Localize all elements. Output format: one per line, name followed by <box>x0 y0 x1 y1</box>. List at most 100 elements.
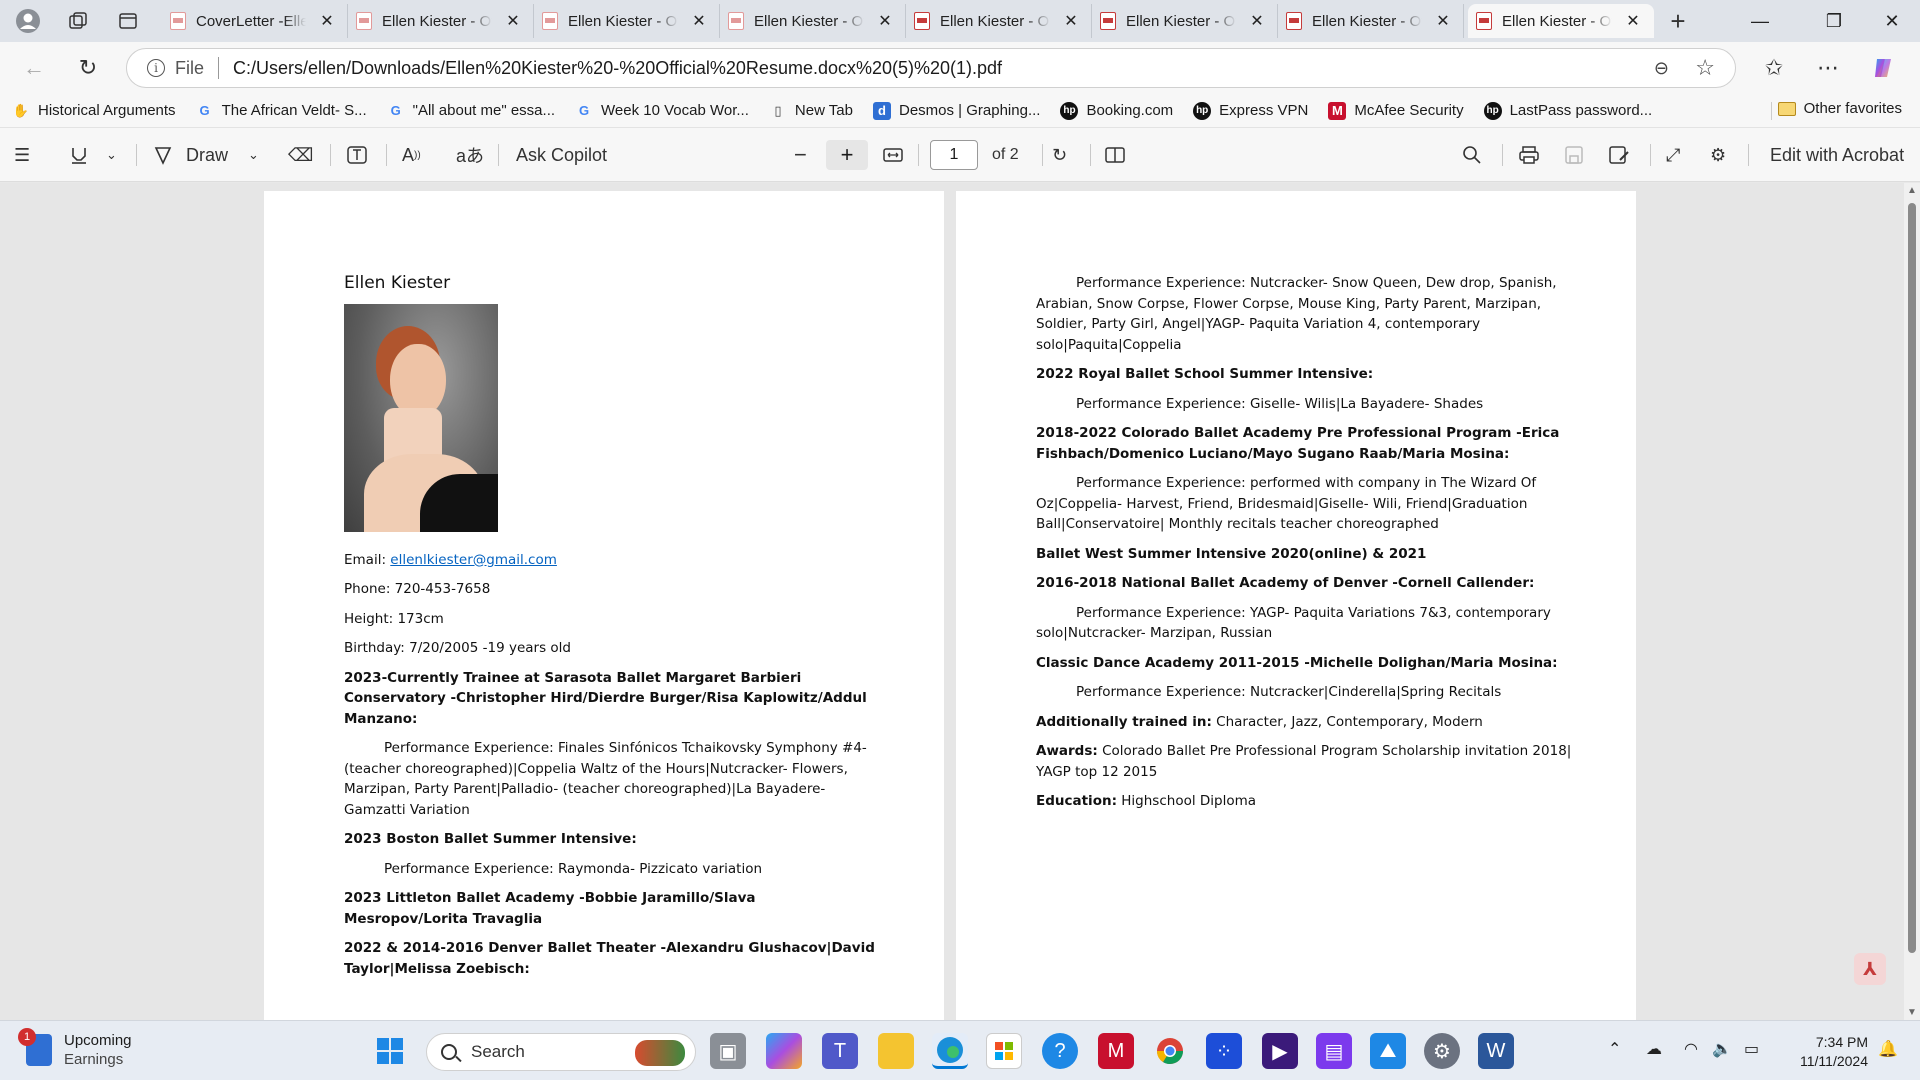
tab-coverletter[interactable]: CoverLetter -Elle ✕ <box>162 4 348 38</box>
bookmark-desmos[interactable]: d Desmos | Graphing... <box>873 101 1040 120</box>
tab-resume[interactable]: Ellen Kiester - Of ✕ <box>1278 4 1464 38</box>
close-tab-icon[interactable]: ✕ <box>1062 11 1080 31</box>
more-options-icon[interactable]: ⋯ <box>1810 51 1846 85</box>
volume-icon[interactable]: 🔈 <box>1712 1039 1732 1059</box>
rotate-icon[interactable]: ↻ <box>1052 140 1067 170</box>
translate-icon[interactable]: aあ <box>456 140 484 170</box>
profile-icon[interactable] <box>10 4 46 38</box>
eraser-icon[interactable]: ⌫ <box>288 140 313 170</box>
address-bar[interactable]: i File C:/Users/ellen/Downloads/Ellen%20… <box>126 48 1736 88</box>
close-tab-icon[interactable]: ✕ <box>1248 11 1266 31</box>
fit-width-icon[interactable] <box>882 140 904 170</box>
tab-resume[interactable]: Ellen Kiester - Of ✕ <box>348 4 534 38</box>
bookmark-booking[interactable]: hp Booking.com <box>1060 101 1173 120</box>
favorite-star-icon[interactable]: ☆ <box>1695 55 1715 81</box>
bookmark-new-tab[interactable]: ▯ New Tab <box>769 102 853 120</box>
store-icon[interactable] <box>986 1033 1022 1069</box>
close-tab-icon[interactable]: ✕ <box>504 11 522 31</box>
contents-icon[interactable]: ☰ <box>14 140 30 170</box>
photos-icon[interactable]: ⛰ <box>1370 1033 1406 1069</box>
bookmark-mcafee[interactable]: M McAfee Security <box>1328 101 1464 120</box>
pdf-viewport[interactable]: Ellen Kiester Email: ellenlkiester@gmail… <box>0 183 1920 1020</box>
divider <box>1042 144 1043 166</box>
other-favorites[interactable]: Other favorites <box>1777 100 1902 117</box>
print-icon[interactable] <box>1518 140 1540 170</box>
vertical-scrollbar[interactable]: ▲ ▼ <box>1904 183 1920 1020</box>
close-tab-icon[interactable]: ✕ <box>318 11 336 31</box>
edit-with-acrobat-button[interactable]: Edit with Acrobat <box>1770 140 1904 170</box>
close-window-icon[interactable]: ✕ <box>1862 0 1920 42</box>
url-text[interactable]: C:/Users/ellen/Downloads/Ellen%20Kiester… <box>233 58 1002 79</box>
new-tab-icon[interactable]: + <box>1660 4 1696 38</box>
edge-icon[interactable] <box>932 1033 968 1069</box>
save-as-icon[interactable] <box>1608 140 1630 170</box>
taskbar-search[interactable]: Search <box>426 1033 696 1071</box>
get-help-icon[interactable]: ? <box>1042 1033 1078 1069</box>
read-aloud-icon[interactable]: A)) <box>402 140 421 170</box>
page-view-icon[interactable] <box>1104 140 1126 170</box>
wifi-icon[interactable]: ◠ <box>1684 1039 1698 1059</box>
media-app-icon[interactable]: ▶ <box>1262 1033 1298 1069</box>
onedrive-icon[interactable]: ☁ <box>1646 1039 1662 1059</box>
zoom-out-icon[interactable]: − <box>794 140 807 170</box>
back-icon[interactable]: ← <box>16 51 52 85</box>
scroll-up-icon[interactable]: ▲ <box>1907 185 1917 196</box>
refresh-icon[interactable]: ↻ <box>70 51 106 85</box>
search-icon[interactable] <box>1462 140 1482 170</box>
workspaces-icon[interactable] <box>60 4 96 38</box>
teams-icon[interactable]: T <box>822 1033 858 1069</box>
close-tab-icon[interactable]: ✕ <box>690 11 708 31</box>
bookmark-historical-arguments[interactable]: ✋ Historical Arguments <box>12 102 176 120</box>
tab-resume[interactable]: Ellen Kiester - Of ✕ <box>720 4 906 38</box>
app-dots-icon[interactable]: ⁘ <box>1206 1033 1242 1069</box>
battery-icon[interactable]: ▭ <box>1744 1039 1759 1059</box>
bookmark-express-vpn[interactable]: hp Express VPN <box>1193 101 1308 120</box>
mcafee-app-icon[interactable]: M <box>1098 1033 1134 1069</box>
full-screen-icon[interactable]: ⤢ <box>1666 140 1680 170</box>
clipchamp-icon[interactable]: ▤ <box>1316 1033 1352 1069</box>
minimize-icon[interactable]: — <box>1730 0 1790 42</box>
tab-resume[interactable]: Ellen Kiester - Of ✕ <box>534 4 720 38</box>
text-box-icon[interactable] <box>346 140 368 170</box>
close-tab-icon[interactable]: ✕ <box>1624 11 1642 31</box>
start-icon[interactable] <box>372 1033 408 1069</box>
close-tab-icon[interactable]: ✕ <box>1434 11 1452 31</box>
highlight-icon[interactable] <box>68 140 90 170</box>
email-link[interactable]: ellenlkiester@gmail.com <box>390 552 557 568</box>
tab-resume[interactable]: Ellen Kiester - Of ✕ <box>906 4 1092 38</box>
clock[interactable]: 7:34 PM 11/11/2024 <box>1800 1033 1868 1071</box>
zoom-in-icon[interactable]: + <box>826 140 868 170</box>
copilot-app-icon[interactable] <box>766 1033 802 1069</box>
chevron-down-icon[interactable]: ⌄ <box>106 140 117 170</box>
widgets-button[interactable]: 1 Upcoming Earnings <box>18 1028 132 1069</box>
tab-actions-icon[interactable] <box>110 4 146 38</box>
bookmark-lastpass[interactable]: hp LastPass password... <box>1483 101 1652 120</box>
save-icon[interactable] <box>1564 140 1584 170</box>
info-icon[interactable]: i <box>147 59 165 77</box>
bookmark-all-about-me[interactable]: G "All about me" essa... <box>387 102 555 120</box>
draw-button[interactable]: Draw <box>152 140 228 170</box>
settings-app-icon[interactable]: ⚙ <box>1424 1033 1460 1069</box>
tab-resume[interactable]: Ellen Kiester - Of ✕ <box>1092 4 1278 38</box>
notifications-bell-icon[interactable]: 🔔 <box>1878 1039 1898 1059</box>
copilot-icon[interactable] <box>1866 51 1902 85</box>
scrollbar-thumb[interactable] <box>1908 203 1916 953</box>
restore-icon[interactable]: ❐ <box>1804 0 1864 42</box>
bookmark-week10-vocab[interactable]: G Week 10 Vocab Wor... <box>575 102 749 120</box>
show-hidden-icons-icon[interactable]: ⌃ <box>1608 1039 1621 1059</box>
tab-resume-active[interactable]: Ellen Kiester - Of ✕ <box>1468 4 1654 38</box>
acrobat-icon[interactable]: ⅄ <box>1854 953 1886 985</box>
page-number-input[interactable]: 1 <box>930 140 978 170</box>
chevron-down-icon[interactable]: ⌄ <box>248 140 259 170</box>
chrome-icon[interactable] <box>1152 1033 1188 1069</box>
word-icon[interactable]: W <box>1478 1033 1514 1069</box>
close-tab-icon[interactable]: ✕ <box>876 11 894 31</box>
scroll-down-icon[interactable]: ▼ <box>1907 1007 1917 1018</box>
ask-copilot-button[interactable]: Ask Copilot <box>516 140 607 170</box>
zoom-icon[interactable]: ⊖ <box>1654 58 1669 79</box>
favorites-icon[interactable]: ✩ <box>1756 51 1792 85</box>
file-explorer-icon[interactable] <box>878 1033 914 1069</box>
bookmark-african-veldt[interactable]: G The African Veldt- S... <box>196 102 367 120</box>
task-view-icon[interactable]: ▣ <box>710 1033 746 1069</box>
settings-gear-icon[interactable]: ⚙ <box>1710 140 1726 170</box>
